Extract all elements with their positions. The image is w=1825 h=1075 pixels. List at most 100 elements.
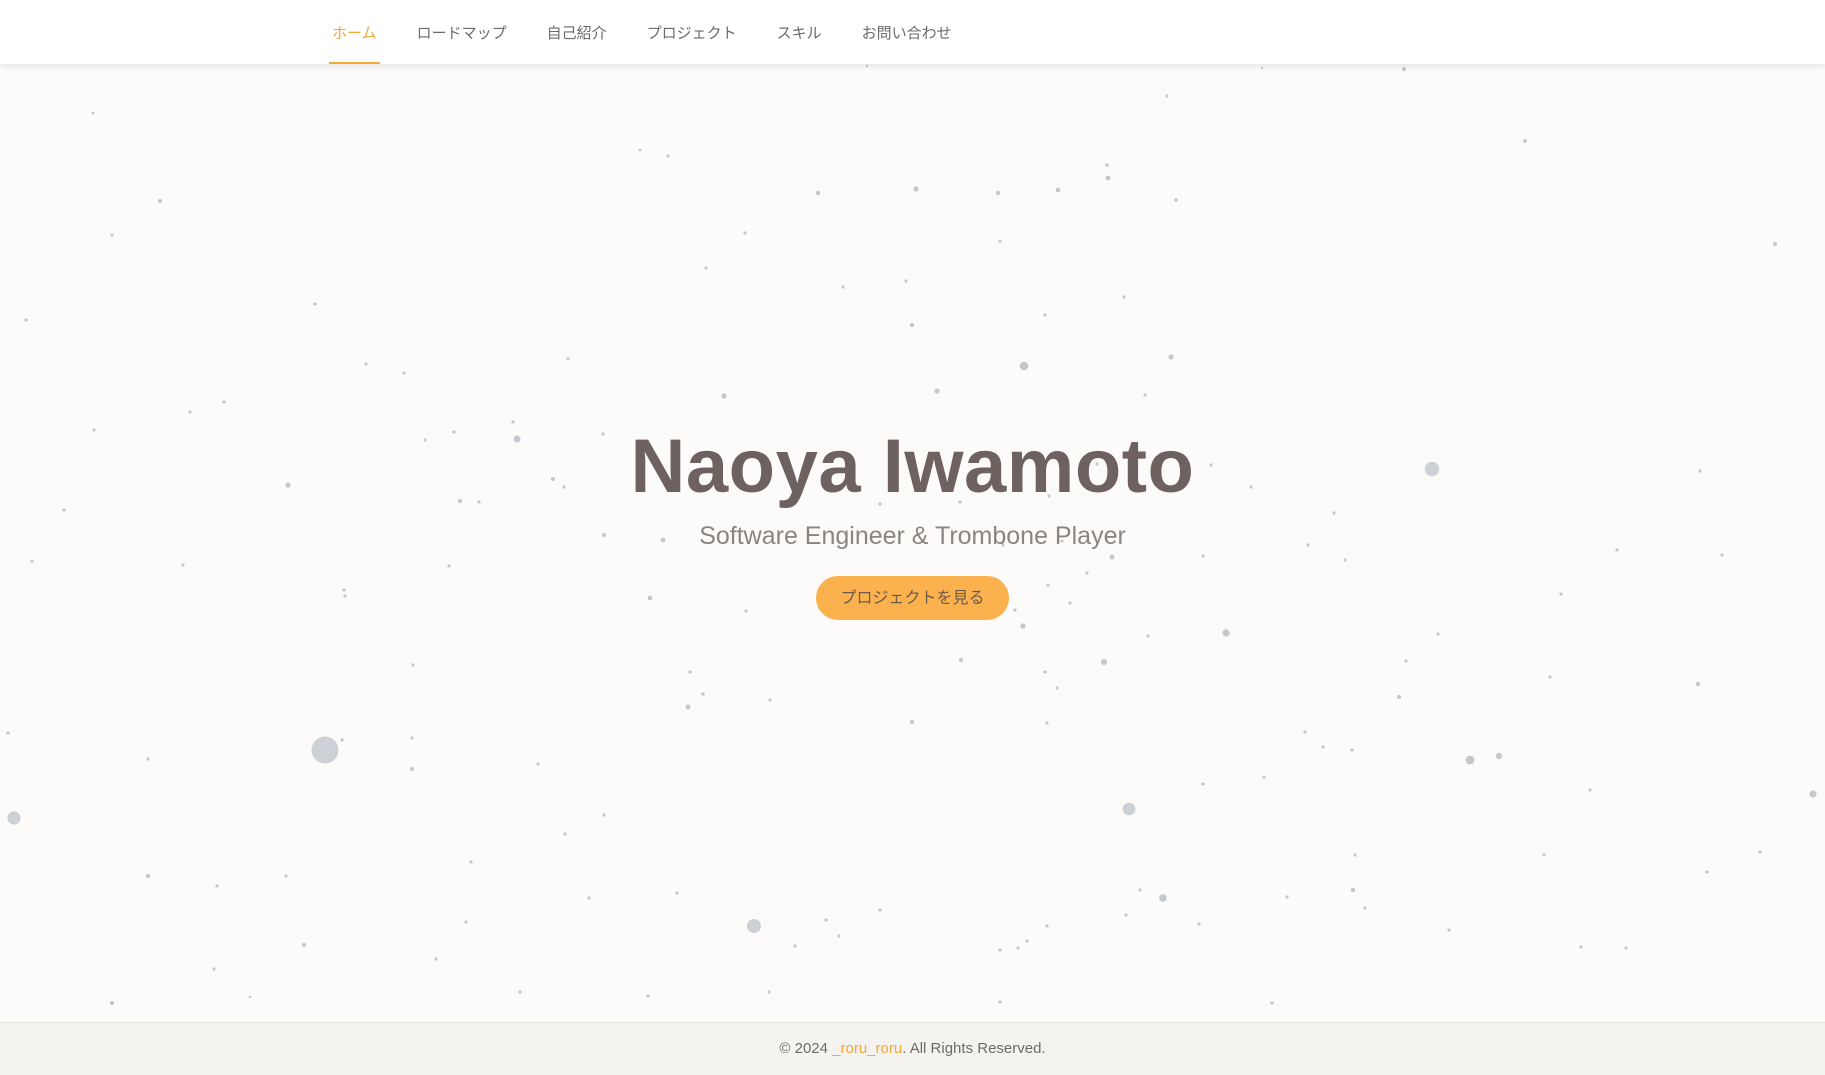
particle-dot [909, 322, 915, 328]
particle-dot [1350, 887, 1356, 893]
particle-dot [815, 190, 821, 196]
particle-dot [1465, 755, 1475, 765]
nav-item-label: ホーム [332, 23, 377, 42]
particle-dot [1705, 870, 1709, 874]
particle-dot [464, 920, 468, 924]
particle-dot [284, 874, 288, 878]
particle-dot [865, 64, 869, 68]
particle-dot [1548, 675, 1552, 679]
particle-dot [1353, 853, 1357, 857]
particle-dot [215, 884, 219, 888]
particle-dot [1495, 752, 1503, 760]
particle-dot [146, 757, 150, 761]
view-projects-button[interactable]: プロジェクトを見る [816, 576, 1009, 620]
particle-dot [340, 738, 344, 742]
particle-dot [1260, 66, 1264, 70]
particle-dot [518, 990, 522, 994]
particle-dot [91, 111, 95, 115]
particle-dot [1043, 670, 1047, 674]
nav-item-roadmap[interactable]: ロードマップ [414, 0, 510, 64]
particle-dot [1146, 634, 1150, 638]
nav-item-about[interactable]: 自己紹介 [544, 0, 610, 64]
particle-dot [1695, 681, 1701, 687]
hero-subtitle: Software Engineer & Trombone Player [699, 522, 1126, 550]
particle-dot [1523, 139, 1527, 143]
particle-dot [878, 908, 882, 912]
particle-dot [188, 410, 192, 414]
nav-list: ホーム ロードマップ 自己紹介 プロジェクト スキル お問い合わせ [329, 0, 989, 64]
particle-dot [1105, 163, 1109, 167]
particle-dot [1055, 686, 1059, 690]
particle-dot [646, 994, 650, 998]
particle-dot [1303, 730, 1307, 734]
particle-dot [675, 891, 679, 895]
particle-dot [747, 919, 761, 933]
particle-dot [1436, 632, 1440, 636]
particle-dot [1542, 853, 1546, 857]
particle-dot [1363, 906, 1367, 910]
particle-dot [837, 934, 841, 938]
particle-dot [958, 657, 964, 663]
particle-dot [1579, 945, 1583, 949]
particle-dot [602, 813, 606, 817]
particle-dot [7, 811, 21, 825]
nav-item-contact[interactable]: お問い合わせ [859, 0, 955, 64]
particle-dot [1105, 175, 1111, 181]
particle-dot [1397, 695, 1401, 699]
particle-dot [411, 663, 415, 667]
particle-dot [563, 832, 567, 836]
particle-dot [410, 767, 414, 771]
particle-dot [248, 995, 252, 999]
particle-dot [1045, 721, 1049, 725]
nav-item-label: プロジェクト [646, 23, 737, 42]
particle-dot [587, 896, 591, 900]
particle-dot [1350, 748, 1354, 752]
particle-dot [566, 357, 570, 361]
particle-dot [110, 1001, 114, 1005]
particle-dot [1222, 629, 1230, 637]
particle-dot [995, 190, 1001, 196]
particle-dot [701, 692, 705, 696]
copyright-suffix: . All Rights Reserved. [902, 1040, 1046, 1057]
particle-dot [1402, 67, 1406, 71]
particle-dot [469, 860, 473, 864]
particle-dot [1020, 623, 1026, 629]
particle-dot [212, 967, 216, 971]
particle-dot [1404, 659, 1408, 663]
nav-item-home[interactable]: ホーム [329, 0, 380, 64]
particle-dot [768, 698, 772, 702]
particle-dot [998, 948, 1002, 952]
particle-dot [1168, 354, 1174, 360]
particle-dot [1016, 946, 1020, 950]
particle-dot [6, 731, 10, 735]
particle-dot [1045, 924, 1049, 928]
page: ホーム ロードマップ 自己紹介 プロジェクト スキル お問い合わせ Naoya … [0, 0, 1825, 1075]
particle-dot [1165, 94, 1169, 98]
particle-dot [721, 393, 727, 399]
particle-dot [704, 266, 708, 270]
particle-dot [145, 873, 151, 879]
particle-dot [913, 186, 919, 192]
particle-dot [743, 231, 747, 235]
particle-dot [1159, 894, 1167, 902]
nav-item-skills[interactable]: スキル [774, 0, 825, 64]
particle-dot [841, 285, 845, 289]
particle-dot [793, 944, 797, 948]
particle-dot [934, 388, 940, 394]
particle-dot [998, 239, 1002, 243]
particle-dot [364, 362, 368, 366]
particle-dot [313, 302, 317, 306]
particle-dot [1122, 802, 1136, 816]
particle-dot [1124, 913, 1128, 917]
author-link[interactable]: _roru_roru [832, 1040, 902, 1057]
particle-dot [1270, 1001, 1274, 1005]
nav-item-projects[interactable]: プロジェクト [644, 0, 740, 64]
particle-dot [1201, 782, 1205, 786]
particle-dot [1019, 361, 1029, 371]
particle-dot [24, 318, 28, 322]
footer: © 2024 _roru_roru. All Rights Reserved. [0, 1022, 1825, 1075]
particle-dot [158, 199, 162, 203]
particle-dot [824, 918, 828, 922]
particle-dot [1809, 790, 1817, 798]
particle-dot [1101, 659, 1107, 665]
